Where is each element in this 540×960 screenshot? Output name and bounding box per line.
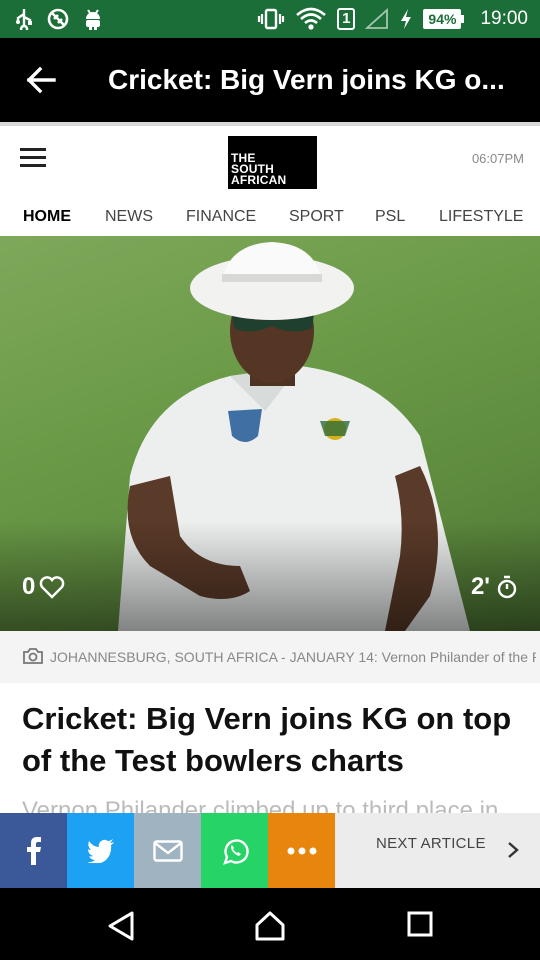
twitter-icon [86,838,114,863]
app-bar: Cricket: Big Vern joins KG o... [0,38,540,122]
tab-psl[interactable]: PSL [375,208,405,226]
tab-news[interactable]: NEWS [105,208,153,226]
mail-icon [152,839,183,862]
email-share-button[interactable] [134,813,201,888]
chevron-right-icon [508,842,519,858]
camera-icon [23,648,43,664]
back-arrow-icon[interactable] [24,64,58,96]
no-sim-icon [47,8,69,30]
sim-1-icon: 1 [337,8,356,30]
logo-line: AFRICAN [231,173,287,187]
recents-icon[interactable] [406,910,434,938]
status-time: 19:00 [480,8,528,29]
article-headline: Cricket: Big Vern joins KG on top of the… [22,701,512,778]
hero-image[interactable]: 0 2' [0,236,540,631]
twitter-share-button[interactable] [67,813,134,888]
site-time: 06:07PM [471,151,524,166]
category-nav: HOME NEWS FINANCE SPORT PSL LIFESTYLE [0,208,540,236]
next-article-label: NEXT ARTICLE [376,835,486,852]
stopwatch-icon [497,575,517,599]
system-nav-bar [0,888,540,960]
home-icon[interactable] [254,910,286,942]
next-article-button[interactable]: NEXT ARTICLE [335,813,540,888]
back-triangle-icon[interactable] [106,910,136,942]
usb-icon [16,9,32,30]
android-icon [86,9,100,30]
more-dots-icon [287,847,316,854]
facebook-share-button[interactable] [0,813,67,888]
tab-home[interactable]: HOME [23,208,71,226]
signal-icon [365,8,389,29]
like-counter[interactable]: 0 [22,573,65,601]
photo-caption: JOHANNESBURG, SOUTH AFRICA - JANUARY 14:… [0,631,540,683]
tab-sport[interactable]: SPORT [289,208,344,226]
site-logo[interactable]: THE SOUTH AFRICAN [228,136,317,189]
page-title: Cricket: Big Vern joins KG o... [108,64,505,95]
read-time-value: 2' [470,573,490,600]
wifi-icon [296,7,326,30]
tab-finance[interactable]: FINANCE [186,208,256,226]
tab-lifestyle[interactable]: LIFESTYLE [439,208,523,226]
like-count: 0 [22,573,36,600]
more-share-button[interactable] [268,813,335,888]
share-bar: NEXT ARTICLE [0,813,540,888]
whatsapp-share-button[interactable] [201,813,268,888]
read-time: 2' [471,573,518,601]
status-bar: 1 94% 19:00 [0,0,540,38]
whatsapp-icon [222,838,249,865]
article-teaser: Vernon Philander climbed up to third pla… [22,798,499,814]
caption-text: JOHANNESBURG, SOUTH AFRICA - JANUARY 14:… [50,649,536,665]
battery-level: 94% [423,9,462,29]
vibrate-icon [257,8,285,30]
heart-icon [40,576,65,599]
hamburger-menu-icon[interactable] [20,148,46,168]
site-header: THE SOUTH AFRICAN 06:07PM HOME NEWS FINA… [0,122,540,236]
battery-indicator: 94% [423,9,465,29]
charging-icon [401,9,412,29]
facebook-icon [26,836,41,865]
